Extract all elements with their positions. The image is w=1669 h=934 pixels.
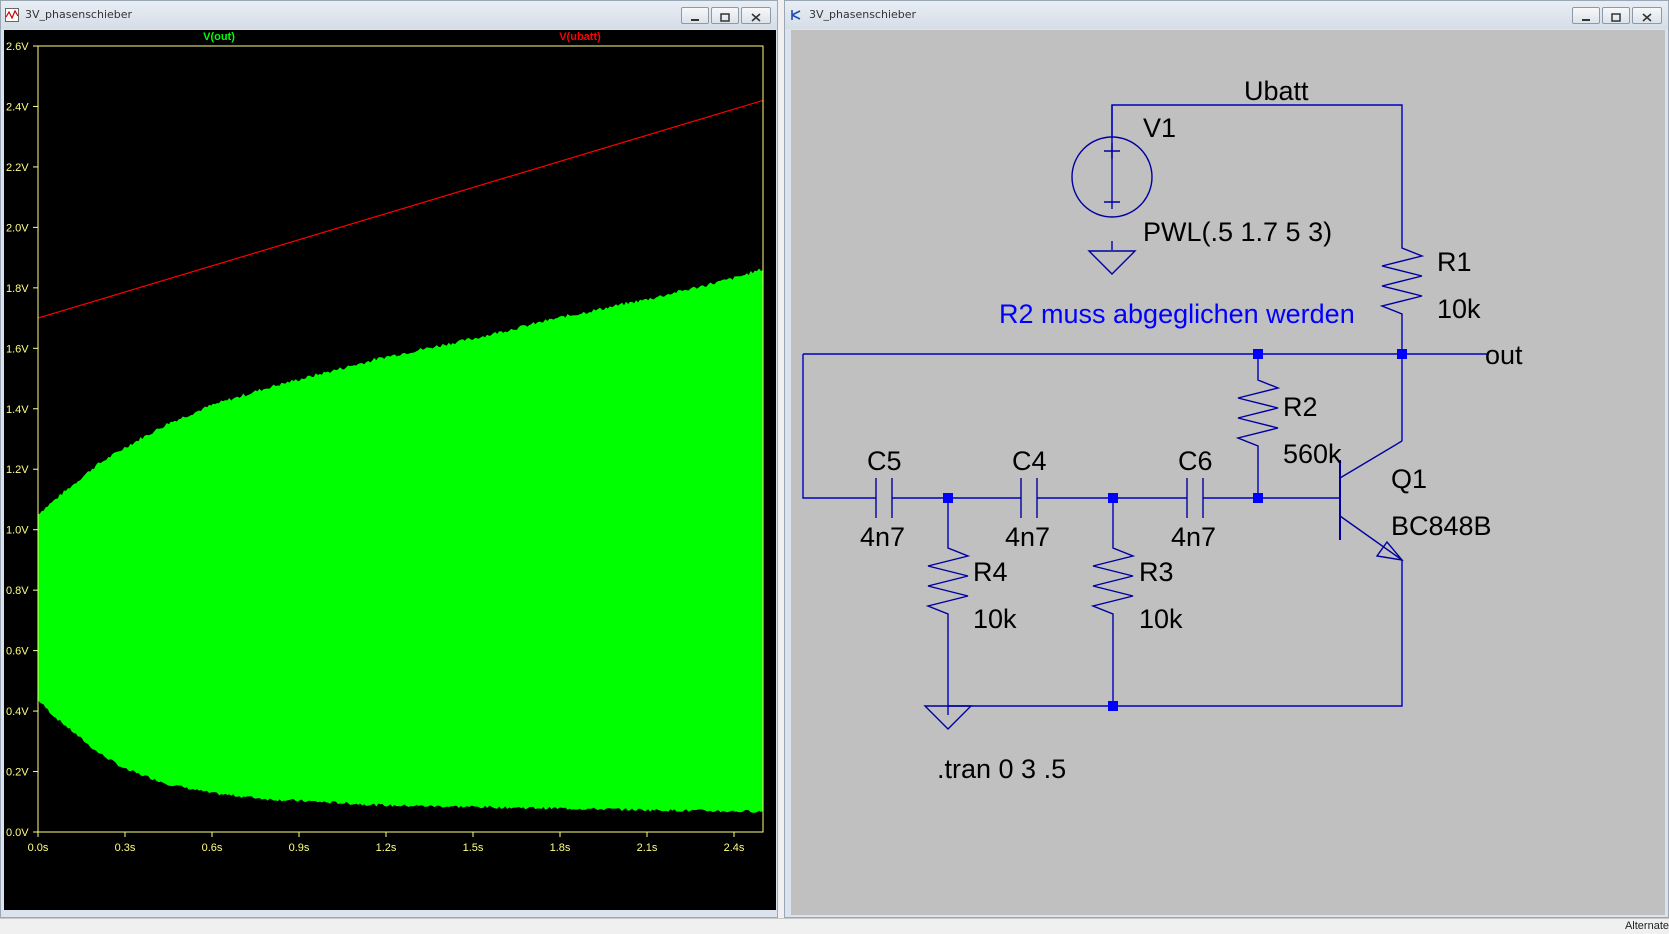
c4-name[interactable]: C4 — [1012, 446, 1047, 476]
wire-feedback[interactable] — [802, 354, 876, 499]
r4-name[interactable]: R4 — [973, 557, 1008, 587]
y-tick-label: 1.0V — [6, 525, 29, 537]
x-tick-label: 1.2s — [376, 842, 397, 854]
c6-name[interactable]: C6 — [1178, 446, 1213, 476]
restore-button[interactable] — [1602, 7, 1630, 24]
q1-transistor[interactable] — [1339, 440, 1404, 561]
schematic-app-icon — [791, 10, 801, 20]
junction — [1108, 493, 1118, 503]
y-tick-label: 0.8V — [6, 585, 29, 597]
series-vout-envelope[interactable] — [37, 268, 764, 813]
schematic-canvas[interactable]: Ubatt out V1 PWL(.5 1.7 5 3) R1 10k R2 5… — [791, 30, 1665, 915]
x-tick-label: 2.4s — [724, 842, 745, 854]
r3-name[interactable]: R3 — [1139, 557, 1174, 587]
close-icon — [751, 13, 761, 22]
x-tick-label: 1.5s — [463, 842, 484, 854]
schematic-window[interactable]: 3V_phasenschieber Ubatt out V1 PWL(.5 1.… — [784, 0, 1669, 918]
waveform-plot[interactable]: 0.0V 0.2V 0.4V 0.6V 0.8V 1.0V 1.2V 1.4V 1.6V 1.8V… — [4, 30, 776, 910]
q1-value[interactable]: BC848B — [1391, 511, 1492, 541]
r1-name[interactable]: R1 — [1437, 247, 1472, 277]
junction — [943, 493, 953, 503]
status-bar: Alternate — [0, 918, 1669, 934]
c5-value[interactable]: 4n7 — [860, 522, 905, 552]
waveform-titlebar[interactable]: 3V_phasenschieber — [1, 1, 777, 29]
r2-value[interactable]: 560k — [1283, 439, 1342, 469]
r3-value[interactable]: 10k — [1139, 604, 1183, 634]
c4-capacitor[interactable] — [1020, 478, 1038, 518]
c6-value[interactable]: 4n7 — [1171, 522, 1216, 552]
waveform-app-icon — [5, 8, 19, 22]
y-tick-label: 1.4V — [6, 404, 29, 416]
r1-resistor[interactable] — [1379, 240, 1425, 324]
y-tick-label: 1.2V — [6, 464, 29, 476]
x-tick-label: 0.6s — [202, 842, 223, 854]
legend-vubatt[interactable]: V(ubatt) — [559, 31, 601, 43]
junction — [1253, 493, 1263, 503]
junction — [1253, 349, 1263, 359]
junction — [1397, 349, 1407, 359]
net-label-ubatt[interactable]: Ubatt — [1244, 76, 1309, 106]
schematic-titlebar[interactable]: 3V_phasenschieber — [785, 1, 1668, 29]
restore-icon — [1611, 13, 1621, 22]
series-vubatt-line[interactable] — [37, 99, 764, 319]
status-text: Alternate — [1624, 920, 1669, 932]
minimize-icon — [1582, 19, 1590, 21]
ground-symbol-icon[interactable] — [1087, 250, 1137, 275]
y-tick-label: 0.2V — [6, 767, 29, 779]
x-tick-label: 1.8s — [550, 842, 571, 854]
close-icon — [1642, 13, 1652, 22]
schematic-drawing[interactable]: Ubatt out V1 PWL(.5 1.7 5 3) R1 10k R2 5… — [791, 30, 1665, 915]
minimize-icon — [691, 19, 699, 21]
y-tick-label: 1.6V — [6, 343, 29, 355]
y-tick-label: 2.2V — [6, 162, 29, 174]
close-button[interactable] — [1632, 7, 1662, 24]
r3-resistor[interactable] — [1090, 540, 1136, 638]
c5-capacitor[interactable] — [875, 478, 893, 518]
x-tick-label: 2.1s — [637, 842, 658, 854]
waveform-window-title: 3V_phasenschieber — [25, 8, 133, 21]
y-tick-label: 0.0V — [6, 827, 29, 839]
x-tick-label: 0.9s — [289, 842, 310, 854]
junction — [1108, 701, 1118, 711]
y-tick-label: 2.6V — [6, 41, 29, 53]
close-button[interactable] — [741, 7, 771, 24]
schematic-window-title: 3V_phasenschieber — [809, 8, 917, 21]
waveform-plot-area[interactable]: 0.0V 0.2V 0.4V 0.6V 0.8V 1.0V 1.2V 1.4V 1.6V 1.8V… — [4, 30, 776, 910]
c4-value[interactable]: 4n7 — [1005, 522, 1050, 552]
legend-vout[interactable]: V(out) — [203, 31, 235, 43]
restore-button[interactable] — [711, 7, 739, 24]
spice-directive[interactable]: .tran 0 3 .5 — [937, 754, 1066, 784]
r2-name[interactable]: R2 — [1283, 392, 1318, 422]
r4-resistor[interactable] — [925, 540, 971, 638]
c5-name[interactable]: C5 — [867, 446, 902, 476]
y-tick-label: 2.0V — [6, 222, 29, 234]
y-tick-label: 1.8V — [6, 283, 29, 295]
minimize-button[interactable] — [1572, 7, 1600, 24]
v1-value[interactable]: PWL(.5 1.7 5 3) — [1143, 217, 1332, 247]
x-tick-label: 0.3s — [115, 842, 136, 854]
net-label-out[interactable]: out — [1485, 340, 1523, 370]
x-tick-label: 0.0s — [28, 842, 49, 854]
c6-capacitor[interactable] — [1186, 478, 1204, 518]
waveform-window[interactable]: 3V_phasenschieber 0.0V 0.2V 0.4V 0.6V 0.8V 1.… — [0, 0, 778, 918]
r2-resistor[interactable] — [1235, 372, 1281, 470]
restore-icon — [720, 13, 730, 22]
schematic-comment[interactable]: R2 muss abgeglichen werden — [999, 299, 1355, 329]
y-tick-label: 0.4V — [6, 706, 29, 718]
minimize-button[interactable] — [681, 7, 709, 24]
r1-value[interactable]: 10k — [1437, 294, 1481, 324]
y-tick-label: 0.6V — [6, 646, 29, 658]
y-tick-label: 2.4V — [6, 101, 29, 113]
r4-value[interactable]: 10k — [973, 604, 1017, 634]
v1-name[interactable]: V1 — [1143, 113, 1176, 143]
q1-name[interactable]: Q1 — [1391, 464, 1427, 494]
